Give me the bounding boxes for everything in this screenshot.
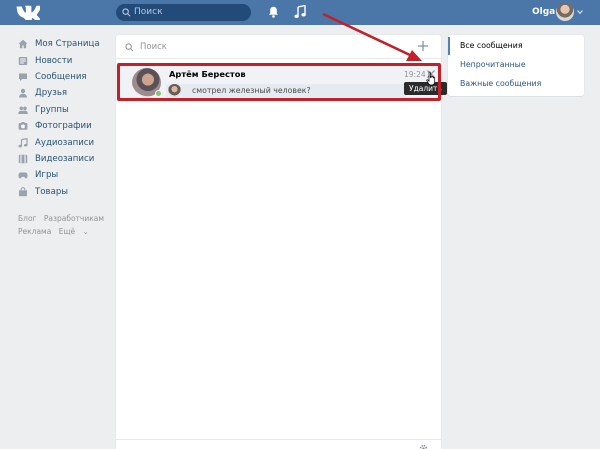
dialog-time: 19:24 — [404, 70, 426, 79]
sidebar-item-messages[interactable]: Сообщения — [18, 69, 113, 85]
footer-link-blog[interactable]: Блог — [18, 214, 36, 223]
divider — [116, 439, 441, 440]
sidebar-item-friends[interactable]: Друзья — [18, 85, 113, 101]
message-preview: смотрел железный человек? — [192, 86, 311, 95]
dialog-name[interactable]: Артём Берестов — [169, 69, 246, 79]
messages-filter-menu: Все сообщения Непрочитанные Важные сообщ… — [448, 35, 584, 96]
sidebar-item-label: Друзья — [35, 88, 68, 99]
sidebar-item-label: Группы — [35, 104, 69, 115]
user-name[interactable]: Olga — [532, 7, 555, 17]
messages-icon — [19, 73, 27, 81]
sender-avatar — [168, 84, 181, 97]
sidebar-item-label: Фотографии — [35, 121, 92, 132]
sidebar-item-label: Видеозаписи — [35, 153, 95, 164]
goods-icon — [19, 186, 27, 196]
search-icon — [125, 43, 134, 52]
gear-icon[interactable] — [419, 444, 428, 449]
sidebar-item-goods[interactable]: Товары — [18, 184, 113, 200]
dialogs-search-placeholder: Поиск — [140, 42, 167, 52]
sidebar-item-audio[interactable]: Аудиозаписи — [18, 134, 113, 150]
sidebar-item-games[interactable]: Игры — [18, 167, 113, 183]
header-search-placeholder: Поиск — [134, 7, 163, 17]
audio-icon — [18, 137, 28, 147]
filter-important[interactable]: Важные сообщения — [448, 75, 584, 93]
sidebar-item-groups[interactable]: Группы — [18, 102, 113, 118]
news-icon — [18, 56, 28, 65]
left-navigation: Моя Страница Новости Сообщения Друзья Гр… — [18, 36, 113, 200]
chevron-down-icon[interactable] — [577, 9, 583, 15]
footer-link-more[interactable]: Ещё ⌄ — [59, 227, 89, 236]
sidebar-footer-links: Блог Разработчикам Реклама Ещё ⌄ — [18, 212, 113, 238]
online-indicator — [155, 90, 162, 97]
sidebar-item-photos[interactable]: Фотографии — [18, 118, 113, 134]
footer-link-more-label: Ещё — [58, 227, 76, 236]
filter-unread[interactable]: Непрочитанные — [448, 56, 584, 74]
dialogs-panel: Поиск Артём Берестов 19:24 смотрел желез… — [116, 35, 447, 449]
vk-logo-icon[interactable] — [16, 5, 40, 20]
sidebar-item-label: Сообщения — [35, 71, 87, 82]
sidebar-item-label: Новости — [35, 55, 73, 66]
dialog-row[interactable]: Артём Берестов 19:24 смотрел железный че… — [116, 65, 441, 100]
home-icon — [18, 39, 28, 49]
footer-link-ads[interactable]: Реклама — [18, 227, 51, 236]
sidebar-item-video[interactable]: Видеозаписи — [18, 151, 113, 167]
footer-link-developers[interactable]: Разработчикам — [44, 214, 104, 223]
user-avatar[interactable] — [556, 3, 574, 21]
notifications-bell-icon[interactable] — [268, 6, 279, 18]
video-icon — [18, 154, 28, 164]
sidebar-item-label: Игры — [35, 170, 59, 181]
music-note-icon[interactable] — [294, 5, 306, 19]
dialogs-search-input[interactable]: Поиск — [116, 35, 441, 59]
games-icon — [18, 172, 28, 179]
filter-all-messages[interactable]: Все сообщения — [448, 37, 584, 55]
new-message-plus-icon[interactable] — [417, 40, 429, 52]
sidebar-item-label: Товары — [35, 186, 69, 197]
groups-icon — [18, 106, 28, 114]
photos-icon — [18, 122, 28, 130]
search-icon — [122, 8, 131, 17]
friends-icon — [19, 89, 27, 98]
sidebar-item-news[interactable]: Новости — [18, 52, 113, 68]
sidebar-item-my-page[interactable]: Моя Страница — [18, 36, 113, 52]
header-search-input[interactable]: Поиск — [116, 4, 251, 21]
top-header: Поиск Olga — [0, 0, 600, 25]
mouse-cursor-hand-icon — [426, 71, 436, 86]
sidebar-item-label: Моя Страница — [35, 39, 100, 50]
sidebar-item-label: Аудиозаписи — [35, 137, 95, 148]
